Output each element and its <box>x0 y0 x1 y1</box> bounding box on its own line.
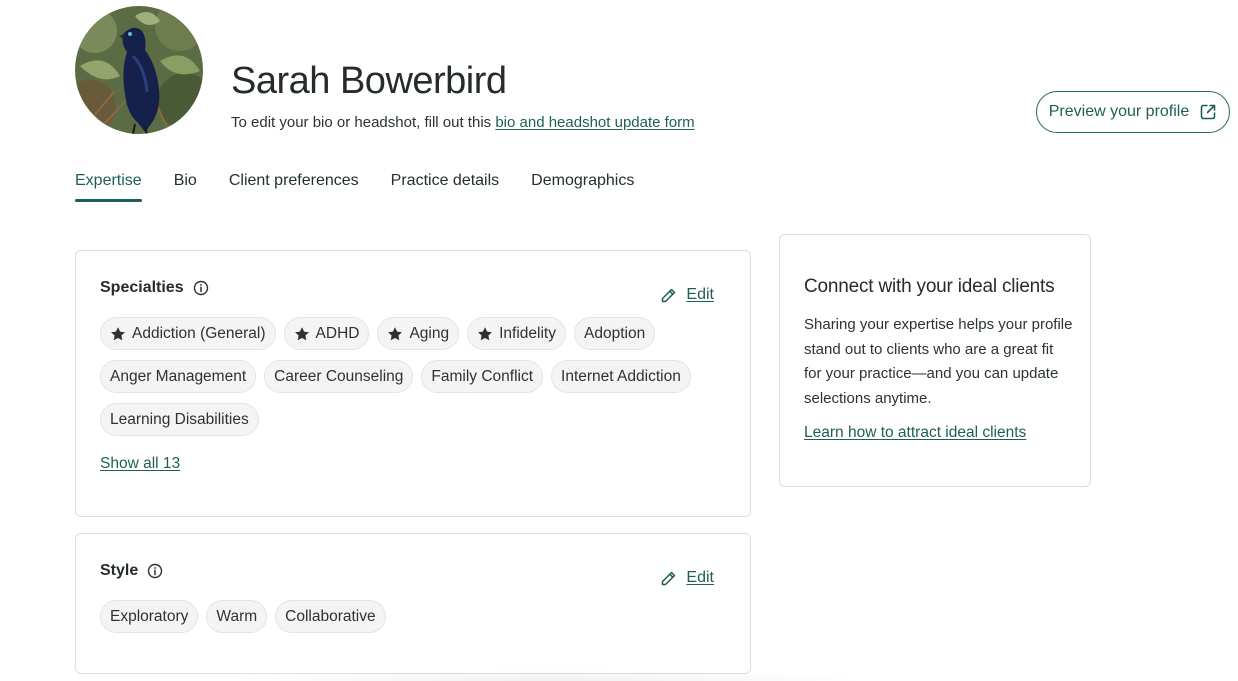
ideal-clients-card: Connect with your ideal clients Sharing … <box>779 234 1091 487</box>
specialty-chip-label: Career Counseling <box>274 367 404 385</box>
pencil-icon <box>662 288 676 302</box>
style-chip: Collaborative <box>275 600 386 633</box>
tab-client-preferences[interactable]: Client preferences <box>229 172 359 202</box>
specialty-chip-label: Infidelity <box>499 324 556 342</box>
preview-profile-button[interactable]: Preview your profile <box>1036 91 1230 133</box>
specialty-chip-label: Learning Disabilities <box>110 410 249 428</box>
style-title: Style <box>100 562 163 580</box>
info-circle-icon[interactable] <box>147 563 163 579</box>
specialty-chip: Aging <box>377 317 460 350</box>
specialties-chip-list: Addiction (General) ADHD Aging Infidelity Ad… <box>100 317 720 436</box>
specialty-chip-label: Adoption <box>584 324 646 342</box>
star-icon <box>478 326 493 340</box>
specialty-chip: Internet Addiction <box>551 360 691 393</box>
edit-note-text: To edit your bio or headshot, fill out t… <box>231 114 496 131</box>
style-title-text: Style <box>100 562 139 579</box>
specialty-chip: ADHD <box>283 317 370 350</box>
star-icon <box>294 326 309 340</box>
avatar[interactable] <box>75 6 203 134</box>
profile-name: Sarah Bowerbird <box>231 60 507 102</box>
profile-page: Sarah Bowerbird To edit your bio or head… <box>0 0 1238 681</box>
specialty-chip-label: Family Conflict <box>431 367 534 385</box>
specialty-chip-label: Anger Management <box>110 367 247 385</box>
tab-expertise[interactable]: Expertise <box>75 172 142 202</box>
ideal-clients-title: Connect with your ideal clients <box>804 276 1055 297</box>
profile-tabs: Expertise Bio Client preferences Practic… <box>75 172 634 202</box>
specialty-chip: Adoption <box>574 317 656 350</box>
style-chip-label: Collaborative <box>285 607 376 625</box>
style-edit-button[interactable]: Edit <box>660 569 714 587</box>
edit-bio-note: To edit your bio or headshot, fill out t… <box>231 114 695 131</box>
pencil-icon <box>662 571 676 585</box>
bottom-shadow <box>230 670 870 681</box>
specialty-chip: Family Conflict <box>421 360 544 393</box>
tab-demographics[interactable]: Demographics <box>531 172 634 202</box>
specialty-chip: Addiction (General) <box>100 317 276 350</box>
specialty-chip-label: ADHD <box>315 324 360 342</box>
style-chip: Warm <box>206 600 268 633</box>
tab-bio[interactable]: Bio <box>174 172 197 202</box>
specialty-chip-label: Addiction (General) <box>132 324 266 342</box>
show-all-specialties-link[interactable]: Show all 13 <box>100 455 180 473</box>
specialties-card: Specialties Edit Addiction (General) ADHD… <box>75 250 751 517</box>
style-chip: Exploratory <box>100 600 199 633</box>
attract-ideal-clients-link[interactable]: Learn how to attract ideal clients <box>804 424 1026 442</box>
style-chip-list: Exploratory Warm Collaborative <box>100 600 720 633</box>
headshot-image <box>75 6 203 134</box>
tab-practice-details[interactable]: Practice details <box>391 172 500 202</box>
star-icon <box>111 326 125 340</box>
preview-profile-label: Preview your profile <box>1048 103 1190 120</box>
style-edit-label: Edit <box>686 569 714 586</box>
external-link-icon <box>1200 104 1216 120</box>
specialties-title: Specialties <box>100 279 209 297</box>
ideal-clients-text: Sharing your expertise helps your profil… <box>804 316 1073 407</box>
specialties-title-text: Specialties <box>100 279 184 296</box>
star-icon <box>388 326 403 340</box>
style-chip-label: Warm <box>216 607 258 625</box>
info-circle-icon[interactable] <box>193 280 209 296</box>
specialty-chip: Infidelity <box>467 317 566 350</box>
specialty-chip: Career Counseling <box>264 360 414 393</box>
specialty-chip: Anger Management <box>100 360 257 393</box>
specialty-chip: Learning Disabilities <box>100 403 259 436</box>
specialty-chip-label: Aging <box>409 324 450 342</box>
specialties-edit-button[interactable]: Edit <box>660 286 714 304</box>
style-chip-label: Exploratory <box>110 607 189 625</box>
bio-headshot-form-link[interactable]: bio and headshot update form <box>495 114 694 131</box>
specialties-edit-label: Edit <box>686 286 714 303</box>
specialty-chip-label: Internet Addiction <box>561 367 681 385</box>
style-card: Style Edit Exploratory Warm Collaborative <box>75 533 751 674</box>
